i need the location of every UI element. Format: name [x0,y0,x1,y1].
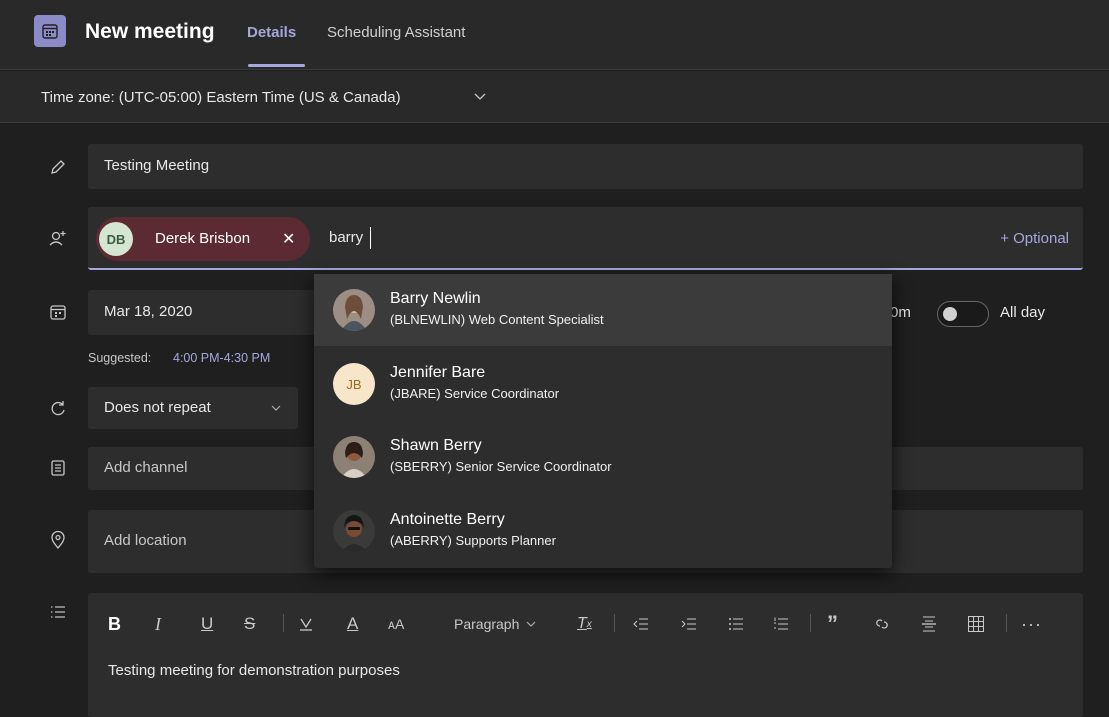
avatar [333,289,375,331]
suggestion-item[interactable]: Barry Newlin (BLNEWLIN) Web Content Spec… [314,274,892,346]
suggestion-detail: (JBARE) Service Coordinator [390,386,560,401]
font-color-icon[interactable]: A [347,612,358,636]
avatar: JB [333,363,375,405]
repeat-dropdown[interactable]: Does not repeat [88,387,298,429]
suggestion-name: Shawn Berry [390,437,482,454]
toggle-knob [943,307,957,321]
all-day-label: All day [1000,304,1046,321]
chevron-down-icon[interactable] [473,89,487,108]
duration-text: 0m [890,304,911,321]
suggestion-item[interactable]: JB Jennifer Bare (JBARE) Service Coordin… [314,348,892,420]
add-person-icon [46,227,70,251]
page-title: New meeting [85,20,215,43]
attendee-chip-name: Derek Brisbon [155,230,251,247]
table-icon[interactable] [967,612,985,636]
font-size-icon[interactable]: ᴀA [388,612,404,636]
repeat-value: Does not repeat [104,399,211,416]
list-icon [46,600,70,624]
header-bar: New meeting Details Scheduling Assistant [0,0,1109,70]
avatar: DB [99,222,133,256]
attendee-chip[interactable]: DB Derek Brisbon ✕ [96,217,310,261]
paragraph-label: Paragraph [454,616,520,632]
channel-icon [46,456,70,480]
clear-formatting-icon[interactable]: Tx [577,612,592,636]
italic-icon[interactable]: I [155,612,161,636]
suggestion-detail: (BLNEWLIN) Web Content Specialist [390,312,604,327]
suggestion-item[interactable]: Antoinette Berry (ABERRY) Supports Plann… [314,495,892,567]
toolbar-divider [283,614,284,632]
all-day-toggle[interactable] [937,301,989,327]
optional-attendee-link[interactable]: + Optional [1000,230,1069,247]
date-value: Mar 18, 2020 [104,303,193,320]
date-picker[interactable]: Mar 18, 2020 [88,290,318,335]
suggestion-detail: (ABERRY) Supports Planner [390,533,556,548]
toolbar-divider [810,614,811,632]
chevron-down-icon [526,621,536,627]
chevron-down-icon [270,401,282,419]
suggestion-name: Barry Newlin [390,290,481,307]
strikethrough-icon[interactable]: S [244,612,255,636]
repeat-icon [46,396,70,420]
increase-indent-icon[interactable] [681,612,697,636]
pencil-icon [46,155,70,179]
description-body[interactable]: Testing meeting for demonstration purpos… [108,662,400,679]
title-value: Testing Meeting [104,157,210,174]
location-pin-icon [46,528,70,552]
bold-icon[interactable]: B [108,612,121,636]
text-cursor [370,227,371,249]
calendar-app-icon [34,15,66,47]
timezone-selector[interactable]: Time zone: (UTC-05:00) Eastern Time (US … [41,89,401,106]
tab-details[interactable]: Details [247,24,296,41]
avatar [333,436,375,478]
attendee-search-input[interactable]: barry [329,229,363,246]
timezone-bar: Time zone: (UTC-05:00) Eastern Time (US … [0,71,1109,123]
quote-icon[interactable]: ” [827,611,838,636]
suggestion-name: Jennifer Bare [390,364,486,381]
channel-placeholder: Add channel [104,459,188,476]
highlight-icon[interactable] [297,612,315,636]
decrease-indent-icon[interactable] [633,612,649,636]
attendee-suggestions-dropdown: Barry Newlin (BLNEWLIN) Web Content Spec… [314,274,892,568]
bullet-list-icon[interactable] [728,612,744,636]
avatar [333,510,375,552]
toolbar-divider [1006,614,1007,632]
toolbar-divider [614,614,615,632]
horizontal-rule-icon[interactable] [921,612,937,636]
link-icon[interactable] [873,612,891,636]
more-options-icon[interactable]: ··· [1021,612,1042,636]
suggested-label: Suggested: [88,351,152,365]
suggestion-name: Antoinette Berry [390,511,505,528]
active-tab-indicator [248,64,305,67]
numbered-list-icon[interactable] [773,612,789,636]
underline-icon[interactable]: U [201,612,213,636]
suggestion-detail: (SBERRY) Senior Service Coordinator [390,459,612,474]
close-icon[interactable]: ✕ [282,229,295,249]
title-field[interactable]: Testing Meeting [88,144,1083,189]
suggestion-item[interactable]: Shawn Berry (SBERRY) Senior Service Coor… [314,421,892,493]
suggested-time-link[interactable]: 4:00 PM-4:30 PM [173,351,270,365]
calendar-icon [46,300,70,324]
paragraph-dropdown[interactable]: Paragraph [454,612,537,636]
location-placeholder: Add location [104,532,187,549]
tab-scheduling-assistant[interactable]: Scheduling Assistant [327,24,465,41]
